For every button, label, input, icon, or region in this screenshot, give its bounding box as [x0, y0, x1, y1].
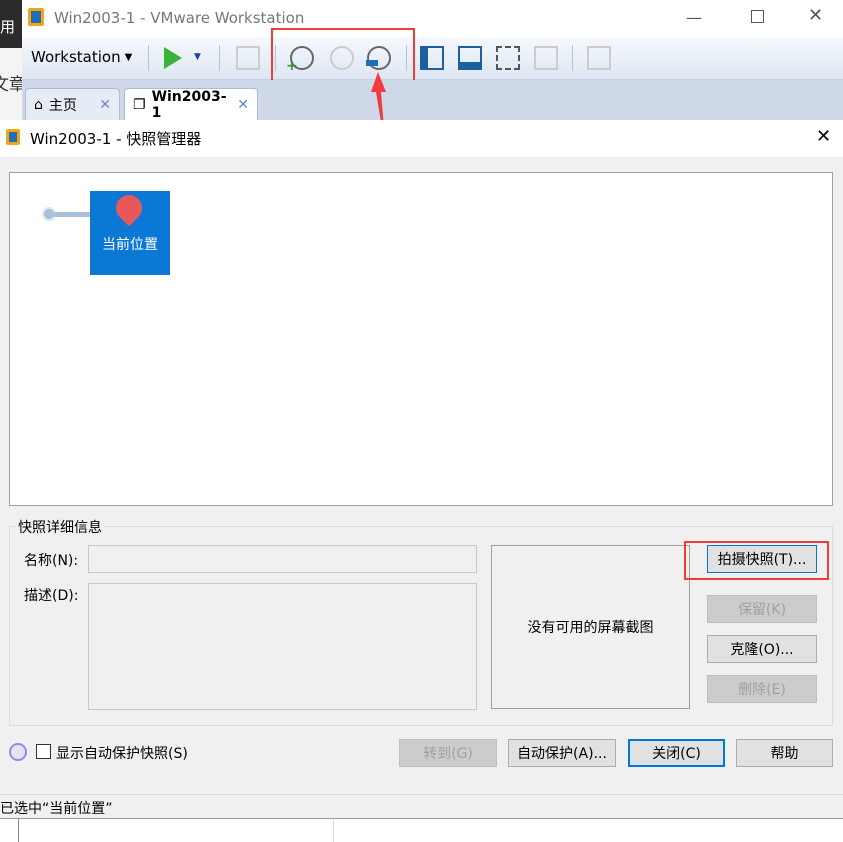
power-on-icon[interactable] — [164, 47, 182, 69]
snapshot-tree[interactable]: 当前位置 — [9, 172, 833, 506]
group-title: 快照详细信息 — [16, 517, 104, 537]
vmware-logo-icon — [28, 8, 44, 26]
unity-icon[interactable] — [534, 46, 558, 70]
tree-node-current[interactable]: 当前位置 — [90, 189, 170, 275]
show-autoprotect-checkbox[interactable] — [36, 744, 51, 759]
status-text: 已选中“当前位置” — [0, 801, 113, 817]
dialog-titlebar: Win2003-1 - 快照管理器 — [0, 120, 843, 157]
close-app-button[interactable]: ✕ — [808, 5, 823, 26]
autoprotect-button[interactable]: 自动保护(A)... — [508, 739, 616, 767]
close-tab-icon[interactable]: ✕ — [99, 97, 111, 113]
clone-button[interactable]: 克隆(O)... — [707, 635, 817, 663]
chevron-down-icon: ▼ — [124, 52, 133, 63]
home-icon: ⌂ — [34, 96, 43, 113]
console-view-icon[interactable] — [587, 46, 611, 70]
tree-node-label: 当前位置 — [102, 237, 158, 253]
vm-icon: ❐ — [133, 96, 146, 113]
maximize-button[interactable] — [751, 10, 764, 23]
goto-button[interactable]: 转到(G) — [399, 739, 497, 767]
close-button[interactable]: 关闭(C) — [628, 739, 725, 767]
background-window-bottom — [0, 818, 843, 842]
no-screenshot-text: 没有可用的屏幕截图 — [527, 620, 654, 636]
tab-vm[interactable]: ❐ Win2003-1 ✕ — [124, 88, 258, 121]
status-divider — [0, 794, 843, 795]
send-ctrl-alt-del-icon[interactable] — [236, 46, 260, 70]
location-pin-icon — [110, 189, 148, 227]
power-dropdown-icon[interactable]: ▼ — [194, 52, 201, 62]
delete-button[interactable]: 删除(E) — [707, 675, 817, 703]
highlight-box-take-snapshot — [684, 541, 829, 580]
background-window-text: 用 — [0, 0, 22, 48]
thumbnail-view-icon[interactable] — [458, 46, 482, 70]
tab-vm-label: Win2003-1 — [151, 88, 227, 121]
workstation-menu[interactable]: Workstation ▼ — [31, 48, 132, 66]
app-titlebar: Win2003-1 - VMware Workstation — ✕ — [22, 0, 843, 37]
vmware-logo-icon — [6, 129, 20, 145]
autoprotect-icon — [9, 743, 27, 761]
minimize-button[interactable]: — — [686, 8, 702, 27]
name-label: 名称(N): — [24, 553, 79, 569]
app-title: Win2003-1 - VMware Workstation — [54, 9, 305, 27]
description-label: 描述(D): — [24, 588, 79, 604]
workstation-menu-label: Workstation — [31, 48, 121, 66]
dialog-close-button[interactable]: ✕ — [816, 126, 831, 147]
description-input[interactable] — [88, 583, 477, 710]
close-tab-icon[interactable]: ✕ — [237, 97, 249, 113]
tab-home[interactable]: ⌂ 主页 ✕ — [25, 88, 120, 120]
show-autoprotect-label[interactable]: 显示自动保护快照(S) — [56, 743, 188, 763]
full-screen-icon[interactable] — [496, 46, 520, 70]
help-button[interactable]: 帮助 — [736, 739, 833, 767]
name-input[interactable] — [88, 545, 477, 573]
screenshot-preview: 没有可用的屏幕截图 — [491, 545, 690, 709]
library-view-icon[interactable] — [420, 46, 444, 70]
tab-home-label: 主页 — [48, 97, 77, 114]
dialog-title: Win2003-1 - 快照管理器 — [30, 130, 202, 148]
keep-button[interactable]: 保留(K) — [707, 595, 817, 623]
